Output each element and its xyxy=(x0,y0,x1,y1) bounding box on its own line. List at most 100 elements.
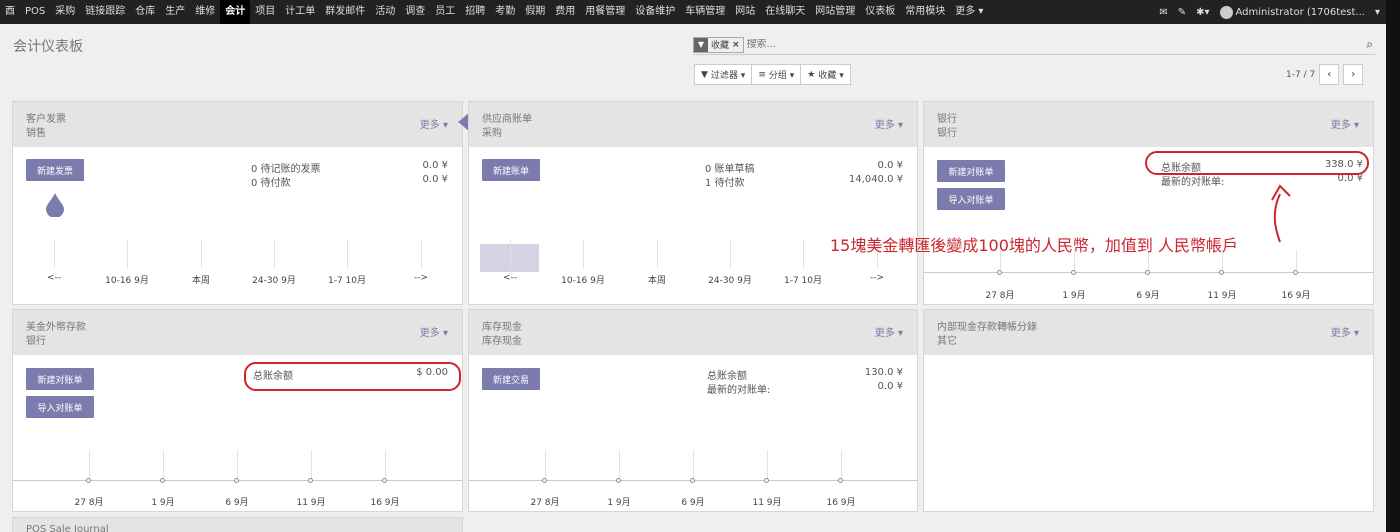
bug-icon[interactable]: ✱▾ xyxy=(1196,7,1209,18)
nav-item[interactable]: 招聘 xyxy=(460,0,490,24)
favorites-button[interactable]: ★ 收藏 ▾ xyxy=(801,64,851,85)
nav-item[interactable]: 在线聊天 xyxy=(760,0,810,24)
chat-icon[interactable]: ✉ xyxy=(1159,7,1167,18)
nav-item[interactable]: 采购 xyxy=(50,0,80,24)
nav-item[interactable]: 费用 xyxy=(550,0,580,24)
chart-point[interactable] xyxy=(382,478,387,483)
nav-item[interactable]: 项目 xyxy=(250,0,280,24)
chart-point[interactable] xyxy=(234,478,239,483)
card-title[interactable]: POS Sale Journal xyxy=(26,524,109,532)
chart-point[interactable] xyxy=(1145,270,1150,275)
nav-item[interactable]: 酉 xyxy=(0,0,20,24)
card-title[interactable]: 银行 xyxy=(937,110,957,125)
more-dropdown[interactable]: 更多 ▾ xyxy=(1331,116,1359,131)
import-statement-button[interactable]: 导入对账单 xyxy=(26,396,94,418)
nav-item[interactable]: 用餐管理 xyxy=(580,0,630,24)
chart-point[interactable] xyxy=(1071,270,1076,275)
draft-bills-link[interactable]: 0 账单草稿 xyxy=(705,160,755,175)
user-caret-icon[interactable]: ▾ xyxy=(1375,7,1380,18)
pager-previous-button[interactable]: ‹ xyxy=(1319,64,1340,85)
nav-item[interactable]: 假期 xyxy=(520,0,550,24)
nav-item[interactable]: 车辆管理 xyxy=(680,0,730,24)
card-vendor-bills: 供应商账单 采购 更多 ▾ 新建账单 0 账单草稿 0.0 ¥ 1 待付款 14… xyxy=(468,101,918,305)
card-title[interactable]: 内部现金存款轉帳分錄 xyxy=(937,318,1037,333)
nav-item[interactable]: 网站管理 xyxy=(810,0,860,24)
card-subtitle: 其它 xyxy=(937,336,957,347)
chart-x-label: 27 8月 xyxy=(530,498,560,508)
chart-x-label: 1-7 10月 xyxy=(327,276,367,286)
card-title[interactable]: 美金外幣存款 xyxy=(26,318,86,333)
nav-item[interactable]: 调查 xyxy=(400,0,430,24)
card-title[interactable]: 客户发票 xyxy=(26,110,66,125)
more-dropdown[interactable]: 更多 ▾ xyxy=(875,324,903,339)
group-button-label: 分组 ▾ xyxy=(768,71,795,81)
chart-point[interactable] xyxy=(308,478,313,483)
nav-item[interactable]: POS xyxy=(20,0,50,24)
chart-point[interactable] xyxy=(764,478,769,483)
nav-item[interactable]: 仓库 xyxy=(130,0,160,24)
facet-remove-icon[interactable]: × xyxy=(732,40,743,50)
draft-bills-value: 0.0 ¥ xyxy=(877,160,903,171)
nav-item[interactable]: 活动 xyxy=(370,0,400,24)
awaiting-payment-link[interactable]: 0 待付款 xyxy=(251,174,291,189)
chart-point[interactable] xyxy=(86,478,91,483)
chart-point[interactable] xyxy=(1293,270,1298,275)
chart-point[interactable] xyxy=(160,478,165,483)
more-dropdown[interactable]: 更多 ▾ xyxy=(875,116,903,131)
search-input[interactable] xyxy=(746,39,1307,50)
chart-x-label: --> xyxy=(413,273,429,283)
chart-x-label: <-- xyxy=(46,273,62,283)
new-statement-button[interactable]: 新建对账单 xyxy=(26,368,94,390)
import-statement-button[interactable]: 导入对账单 xyxy=(937,188,1005,210)
user-menu[interactable]: Administrator (1706test... xyxy=(1219,5,1365,19)
pager-next-button[interactable]: › xyxy=(1343,64,1364,85)
nav-item[interactable]: 计工单 xyxy=(280,0,320,24)
nav-item[interactable]: 群发邮件 xyxy=(320,0,370,24)
card-header: 银行 银行 更多 ▾ xyxy=(924,102,1373,147)
new-transaction-button[interactable]: 新建交易 xyxy=(482,368,540,390)
facet-label: 收藏 xyxy=(711,41,730,51)
search-bar: ▼ 收藏 × ⌕ xyxy=(693,35,1375,55)
nav-item[interactable]: 常用模块 xyxy=(900,0,950,24)
nav-item[interactable]: 考勤 xyxy=(490,0,520,24)
nav-item[interactable]: 仪表板 xyxy=(860,0,900,24)
draft-invoices-link[interactable]: 0 待记账的发票 xyxy=(251,160,321,175)
drag-handle-icon[interactable] xyxy=(44,191,66,217)
card-title[interactable]: 库存现金 xyxy=(482,318,522,333)
chart-x-label: 6 9月 xyxy=(681,498,705,508)
chart-point[interactable] xyxy=(997,270,1002,275)
nav-item[interactable]: 更多 ▾ xyxy=(950,0,988,24)
card-title[interactable]: 供应商账单 xyxy=(482,110,532,125)
nav-item[interactable]: 员工 xyxy=(430,0,460,24)
nav-item[interactable]: 网站 xyxy=(730,0,760,24)
pager-value[interactable]: 1-7 / 7 xyxy=(1286,70,1315,80)
card-subtitle: 银行 xyxy=(26,336,46,347)
chart-point[interactable] xyxy=(690,478,695,483)
filter-button[interactable]: ▼ 过滤器 ▾ xyxy=(694,64,753,85)
more-dropdown[interactable]: 更多 ▾ xyxy=(1331,324,1359,339)
bills-to-pay-link[interactable]: 1 待付款 xyxy=(705,174,745,189)
balance-value: 130.0 ¥ xyxy=(864,367,903,378)
nav-item[interactable]: 链接跟踪 xyxy=(80,0,130,24)
card-header: 库存现金 库存现金 更多 ▾ xyxy=(469,310,917,355)
chart-gridline xyxy=(54,240,55,268)
message-icon[interactable]: ✎ xyxy=(1178,7,1186,18)
nav-item[interactable]: 生产 xyxy=(160,0,190,24)
new-invoice-button[interactable]: 新建发票 xyxy=(26,159,84,181)
chart-point[interactable] xyxy=(616,478,621,483)
chart-gridline xyxy=(163,450,164,480)
group-by-button[interactable]: ≡ 分组 ▾ xyxy=(752,64,802,85)
nav-item[interactable]: 维修 xyxy=(190,0,220,24)
nav-item[interactable]: 会计 xyxy=(220,0,251,24)
more-dropdown[interactable]: 更多 ▾ xyxy=(420,116,448,131)
chart-point[interactable] xyxy=(1219,270,1224,275)
chart-point[interactable] xyxy=(542,478,547,483)
bills-to-pay-value: 14,040.0 ¥ xyxy=(848,174,903,185)
chart-point[interactable] xyxy=(838,478,843,483)
more-dropdown[interactable]: 更多 ▾ xyxy=(420,324,448,339)
new-bill-button[interactable]: 新建账单 xyxy=(482,159,540,181)
nav-item[interactable]: 设备维护 xyxy=(630,0,680,24)
new-statement-button[interactable]: 新建对账单 xyxy=(937,160,1005,182)
search-facet[interactable]: ▼ 收藏 × xyxy=(693,36,744,53)
search-icon[interactable]: ⌕ xyxy=(1366,37,1373,52)
